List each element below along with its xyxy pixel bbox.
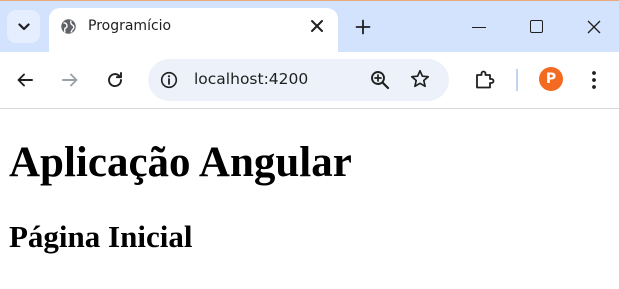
- toolbar-divider: [516, 69, 518, 91]
- reload-icon[interactable]: [106, 71, 124, 89]
- page-content: Aplicação Angular Página Inicial: [0, 110, 619, 289]
- tab-strip: Programício: [0, 0, 619, 54]
- browser-toolbar: localhost:4200 P: [0, 52, 619, 109]
- tab-search-button[interactable]: [7, 10, 40, 43]
- maximize-icon[interactable]: [530, 20, 543, 33]
- kebab-menu-icon[interactable]: [587, 70, 601, 90]
- arrow-right-icon[interactable]: [61, 71, 79, 89]
- address-bar[interactable]: localhost:4200: [148, 59, 449, 101]
- tab-title: Programício: [88, 18, 172, 34]
- puzzle-icon[interactable]: [474, 69, 495, 90]
- avatar[interactable]: P: [539, 67, 563, 91]
- plus-icon[interactable]: [355, 19, 371, 35]
- info-icon[interactable]: [160, 71, 178, 89]
- url-text[interactable]: localhost:4200: [194, 70, 308, 88]
- close-icon[interactable]: [310, 19, 324, 33]
- page-title: Aplicação Angular: [9, 139, 352, 186]
- star-icon[interactable]: [410, 69, 430, 89]
- globe-icon: [61, 19, 76, 34]
- page-subtitle: Página Inicial: [9, 219, 193, 254]
- minimize-icon[interactable]: [472, 27, 486, 28]
- chevron-down-icon: [17, 22, 30, 30]
- active-tab[interactable]: Programício: [49, 8, 338, 54]
- avatar-letter: P: [545, 71, 557, 87]
- zoom-in-icon[interactable]: [370, 70, 390, 90]
- arrow-left-icon[interactable]: [16, 71, 34, 89]
- window-close-icon[interactable]: [587, 20, 601, 34]
